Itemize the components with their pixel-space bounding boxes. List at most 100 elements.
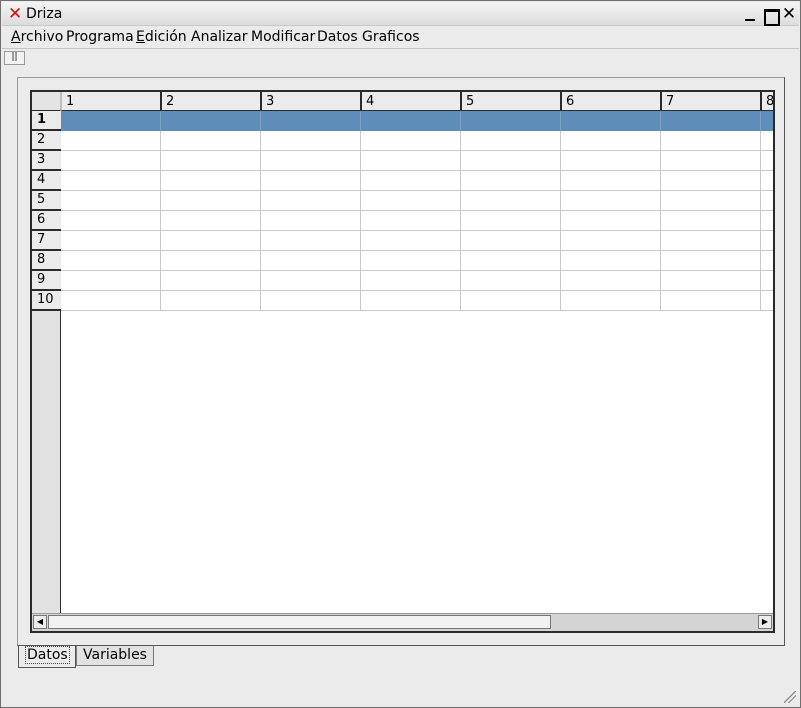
grid-cell[interactable] — [61, 251, 161, 271]
row-header[interactable]: 5 — [32, 191, 61, 211]
grid-cell[interactable] — [561, 211, 661, 231]
maximize-icon[interactable] — [762, 7, 780, 26]
menu-graficos[interactable]: Graficos — [362, 29, 420, 45]
scroll-left-icon[interactable]: ◀ — [33, 615, 47, 629]
grid-cell[interactable] — [461, 191, 561, 211]
row-header[interactable]: 10 — [32, 291, 61, 311]
grid-cell[interactable] — [761, 111, 773, 131]
grid-cell[interactable] — [61, 211, 161, 231]
grid-cell[interactable] — [661, 211, 761, 231]
column-header[interactable]: 2 — [160, 92, 260, 111]
grid-cell[interactable] — [261, 271, 361, 291]
row-header[interactable]: 4 — [32, 171, 61, 191]
column-header[interactable]: 6 — [560, 92, 660, 111]
grid-cell[interactable] — [261, 131, 361, 151]
table-row[interactable] — [61, 151, 773, 171]
grid-cell[interactable] — [361, 231, 461, 251]
grid-cell[interactable] — [661, 151, 761, 171]
table-row[interactable] — [61, 271, 773, 291]
grid-cell[interactable] — [461, 271, 561, 291]
table-row[interactable] — [61, 191, 773, 211]
grid-cell[interactable] — [261, 151, 361, 171]
table-row[interactable] — [61, 211, 773, 231]
grid-cell[interactable] — [361, 171, 461, 191]
grid-cell[interactable] — [161, 291, 261, 311]
grid-cell[interactable] — [361, 131, 461, 151]
grid-cell[interactable] — [561, 291, 661, 311]
grid-cell[interactable] — [761, 231, 773, 251]
column-header[interactable]: 5 — [460, 92, 560, 111]
horizontal-scrollbar[interactable]: ◀ ▶ — [32, 613, 773, 631]
grid-cell[interactable] — [461, 171, 561, 191]
grid-cell[interactable] — [261, 231, 361, 251]
grid-cell[interactable] — [561, 271, 661, 291]
grid-cell[interactable] — [561, 191, 661, 211]
grid-cell[interactable] — [661, 251, 761, 271]
scroll-right-icon[interactable]: ▶ — [758, 615, 772, 629]
column-header[interactable]: 7 — [660, 92, 760, 111]
grid-cell[interactable] — [461, 231, 561, 251]
minimize-icon[interactable] — [742, 7, 758, 23]
grid-cell[interactable] — [461, 151, 561, 171]
grid-cell[interactable] — [761, 251, 773, 271]
grid-cell[interactable] — [61, 231, 161, 251]
grid-cell[interactable] — [261, 171, 361, 191]
row-header[interactable]: 1 — [32, 111, 61, 131]
grid-cell[interactable] — [561, 111, 661, 131]
grid-cell[interactable] — [361, 111, 461, 131]
tab-variables[interactable]: Variables — [76, 646, 154, 666]
grid-cell[interactable] — [361, 191, 461, 211]
resize-grip-icon[interactable] — [784, 691, 796, 703]
grid-cell[interactable] — [261, 111, 361, 131]
column-header[interactable]: 4 — [360, 92, 460, 111]
grid-cell[interactable] — [561, 131, 661, 151]
table-row[interactable] — [61, 111, 773, 131]
grid-cell[interactable] — [61, 271, 161, 291]
grid-cell[interactable] — [161, 171, 261, 191]
grid-cell[interactable] — [161, 271, 261, 291]
grid-cell[interactable] — [61, 131, 161, 151]
grid-cell[interactable] — [561, 151, 661, 171]
spreadsheet-grid[interactable]: 1 2 3 4 5 6 7 8 1 2 3 4 5 6 7 8 9 10 ◀ ▶ — [30, 90, 775, 633]
menu-edicion[interactable]: Edición — [136, 29, 187, 45]
grid-cell[interactable] — [61, 171, 161, 191]
row-header[interactable]: 2 — [32, 131, 61, 151]
table-row[interactable] — [61, 171, 773, 191]
grid-cell[interactable] — [661, 171, 761, 191]
grid-cell[interactable] — [261, 191, 361, 211]
grid-cell[interactable] — [461, 111, 561, 131]
grid-cell[interactable] — [561, 171, 661, 191]
grid-cell[interactable] — [461, 291, 561, 311]
title-bar[interactable]: ✕ Driza ✕ — [2, 2, 799, 26]
menu-archivo[interactable]: Archivo — [11, 29, 63, 45]
row-header[interactable]: 6 — [32, 211, 61, 231]
scrollbar-thumb[interactable] — [48, 615, 551, 629]
grid-cell[interactable] — [61, 191, 161, 211]
table-row[interactable] — [61, 291, 773, 311]
grid-cell[interactable] — [361, 151, 461, 171]
grid-cell[interactable] — [161, 151, 261, 171]
grid-cell[interactable] — [261, 291, 361, 311]
menu-analizar[interactable]: Analizar — [191, 29, 248, 45]
grid-cell[interactable] — [661, 111, 761, 131]
grid-cell[interactable] — [661, 191, 761, 211]
grid-cell[interactable] — [761, 131, 773, 151]
grid-cell[interactable] — [761, 291, 773, 311]
grid-cell[interactable] — [161, 251, 261, 271]
grid-cell[interactable] — [161, 211, 261, 231]
grid-cell[interactable] — [461, 211, 561, 231]
row-header[interactable]: 9 — [32, 271, 61, 291]
grid-cell[interactable] — [761, 191, 773, 211]
grid-cell[interactable] — [261, 251, 361, 271]
grid-cell[interactable] — [761, 171, 773, 191]
grid-cell[interactable] — [361, 211, 461, 231]
column-header[interactable]: 1 — [61, 92, 161, 111]
table-row[interactable] — [61, 231, 773, 251]
table-row[interactable] — [61, 251, 773, 271]
menu-programa[interactable]: Programa — [66, 29, 134, 45]
row-header[interactable]: 7 — [32, 231, 61, 251]
grid-cell[interactable] — [161, 111, 261, 131]
grid-cell[interactable] — [761, 211, 773, 231]
table-row[interactable] — [61, 131, 773, 151]
row-header[interactable]: 8 — [32, 251, 61, 271]
